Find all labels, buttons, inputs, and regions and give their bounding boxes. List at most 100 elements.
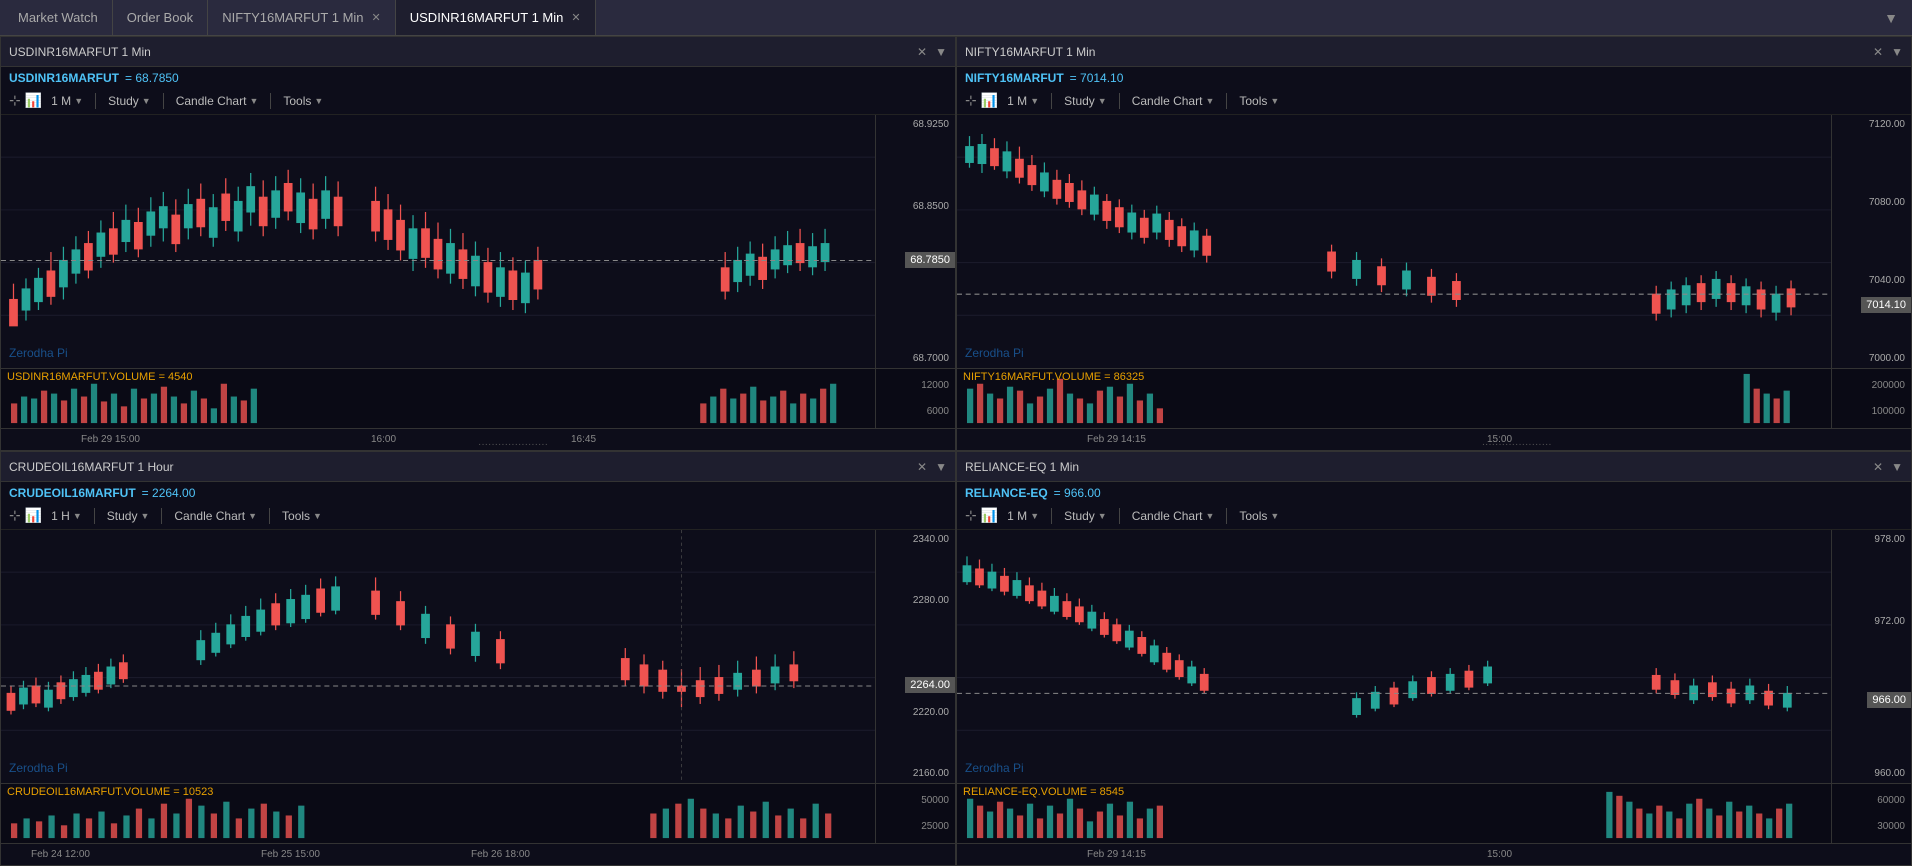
panel-header-crude: CRUDEOIL16MARFUT 1 Hour ✕ ▼ (1, 452, 955, 482)
panel-title-reliance: RELIANCE-EQ 1 Min (965, 460, 1867, 474)
chart-canvas-reliance[interactable]: Zerodha Pi (957, 530, 1831, 783)
symbol-price-nifty: = 7014.10 (1070, 71, 1124, 85)
timeframe-dropdown-arrow: ▼ (74, 96, 83, 106)
time-axis-nifty: Feb 29 14:15 15:00 ····················· (957, 428, 1911, 450)
crosshair-icon-crude: ⊹ (9, 507, 21, 524)
candle-dropdown-arrow: ▼ (249, 96, 258, 106)
tab-market-watch[interactable]: Market Watch (4, 0, 113, 35)
tools-btn-usdinr[interactable]: Tools ▼ (278, 92, 328, 110)
panel-header-nifty: NIFTY16MARFUT 1 Min ✕ ▼ (957, 37, 1911, 67)
study-dropdown-arrow: ▼ (142, 96, 151, 106)
symbol-name-reliance: RELIANCE-EQ (965, 486, 1048, 500)
tools-btn-nifty[interactable]: Tools ▼ (1234, 92, 1284, 110)
study-btn-crude[interactable]: Study ▼ (102, 507, 155, 525)
timeframe-btn-usdinr[interactable]: 1 M ▼ (46, 92, 88, 110)
panel-overflow-reliance[interactable]: ▼ (1891, 460, 1903, 474)
panel-nifty: NIFTY16MARFUT 1 Min ✕ ▼ NIFTY16MARFUT = … (956, 36, 1912, 451)
toolbar-sep3 (270, 93, 271, 109)
symbol-row-crude: CRUDEOIL16MARFUT = 2264.00 (1, 482, 955, 502)
chart-canvas-crude[interactable]: Zerodha Pi (1, 530, 875, 783)
panel-overflow-crude[interactable]: ▼ (935, 460, 947, 474)
panel-overflow-usdinr[interactable]: ▼ (935, 45, 947, 59)
toolbar-sep1 (95, 93, 96, 109)
volume-section-usdinr: USDINR16MARFUT.VOLUME = 4540 (1, 368, 955, 428)
panel-close-usdinr[interactable]: ✕ (917, 45, 927, 59)
tab-usdinr-close[interactable]: ✕ (571, 11, 580, 24)
volume-label-usdinr: USDINR16MARFUT.VOLUME = 4540 (7, 371, 193, 383)
tab-usdinr[interactable]: USDINR16MARFUT 1 Min ✕ (396, 0, 596, 35)
crosshair-icon-reliance: ⊹ (965, 507, 977, 524)
crosshair-icon-nifty: ⊹ (965, 92, 977, 109)
panel-header-reliance: RELIANCE-EQ 1 Min ✕ ▼ (957, 452, 1911, 482)
chart-canvas-usdinr[interactable]: Zerodha Pi (1, 115, 875, 368)
volume-section-crude: CRUDEOIL16MARFUT.VOLUME = 10523 (1, 783, 955, 843)
study-btn-nifty[interactable]: Study ▼ (1059, 92, 1112, 110)
tab-bar: Market Watch Order Book NIFTY16MARFUT 1 … (0, 0, 1912, 36)
volume-label-crude: CRUDEOIL16MARFUT.VOLUME = 10523 (7, 786, 213, 798)
volume-axis-nifty: 200000 100000 (1831, 369, 1911, 428)
tab-overflow-btn[interactable]: ▼ (1874, 10, 1908, 26)
panel-close-crude[interactable]: ✕ (917, 460, 927, 474)
tab-nifty[interactable]: NIFTY16MARFUT 1 Min ✕ (208, 0, 396, 35)
chart-main-nifty: Zerodha Pi 7120.00 7080.00 7040.00 7000.… (957, 115, 1911, 368)
chart-main-reliance: Zerodha Pi 978.00 972.00 960.00 966.00 (957, 530, 1911, 783)
candle-chart-btn-crude[interactable]: Candle Chart ▼ (169, 507, 262, 525)
volume-canvas-crude: CRUDEOIL16MARFUT.VOLUME = 10523 (1, 784, 875, 843)
candle-svg-usdinr (1, 115, 875, 368)
panel-usdinr: USDINR16MARFUT 1 Min ✕ ▼ USDINR16MARFUT … (0, 36, 956, 451)
study-btn-reliance[interactable]: Study ▼ (1059, 507, 1112, 525)
chart-type-icon-crude: 📊 (25, 507, 42, 524)
chart-type-icon-reliance: 📊 (981, 507, 998, 524)
chart-type-icon-nifty: 📊 (981, 92, 998, 109)
volume-axis-usdinr: 12000 6000 (875, 369, 955, 428)
panel-close-nifty[interactable]: ✕ (1873, 45, 1883, 59)
tab-nifty-close[interactable]: ✕ (372, 11, 381, 24)
current-price-nifty: 7014.10 (1861, 297, 1911, 313)
toolbar-sep2 (163, 93, 164, 109)
chart-canvas-nifty[interactable]: Zerodha Pi (957, 115, 1831, 368)
candle-chart-btn-nifty[interactable]: Candle Chart ▼ (1127, 92, 1220, 110)
volume-canvas-usdinr: USDINR16MARFUT.VOLUME = 4540 (1, 369, 875, 428)
panel-close-reliance[interactable]: ✕ (1873, 460, 1883, 474)
timeframe-btn-nifty[interactable]: 1 M ▼ (1002, 92, 1044, 110)
candle-chart-btn-usdinr[interactable]: Candle Chart ▼ (171, 92, 264, 110)
price-axis-reliance: 978.00 972.00 960.00 966.00 (1831, 530, 1911, 783)
symbol-name-usdinr: USDINR16MARFUT (9, 71, 119, 85)
chart-main-crude: Zerodha Pi 2340.00 2280.00 2220.00 2160.… (1, 530, 955, 783)
candle-svg-reliance (957, 530, 1831, 783)
price-axis-crude: 2340.00 2280.00 2220.00 2160.00 2264.00 (875, 530, 955, 783)
study-btn-usdinr[interactable]: Study ▼ (103, 92, 156, 110)
crosshair-icon: ⊹ (9, 92, 21, 109)
symbol-price-crude: = 2264.00 (142, 486, 196, 500)
current-price-usdinr: 68.7850 (905, 252, 955, 268)
candle-svg-nifty (957, 115, 1831, 368)
time-axis-usdinr: Feb 29 15:00 16:00 16:45 ···············… (1, 428, 955, 450)
symbol-price-reliance: = 966.00 (1054, 486, 1101, 500)
panel-title-crude: CRUDEOIL16MARFUT 1 Hour (9, 460, 911, 474)
volume-label-reliance: RELIANCE-EQ.VOLUME = 8545 (963, 786, 1124, 798)
symbol-row-usdinr: USDINR16MARFUT = 68.7850 (1, 67, 955, 87)
chart-main-usdinr: Zerodha Pi 68.9250 68.8500 68.7000 68.78… (1, 115, 955, 368)
toolbar-usdinr: ⊹ 📊 1 M ▼ Study ▼ Candle Chart ▼ Tools ▼ (1, 87, 955, 115)
panel-crude: CRUDEOIL16MARFUT 1 Hour ✕ ▼ CRUDEOIL16MA… (0, 451, 956, 866)
tools-btn-reliance[interactable]: Tools ▼ (1234, 507, 1284, 525)
toolbar-nifty: ⊹ 📊 1 M ▼ Study ▼ Candle Chart ▼ Tools ▼ (957, 87, 1911, 115)
volume-section-nifty: NIFTY16MARFUT.VOLUME = 86325 (957, 368, 1911, 428)
symbol-price-usdinr: = 68.7850 (125, 71, 179, 85)
timeframe-btn-crude[interactable]: 1 H ▼ (46, 507, 87, 525)
symbol-name-nifty: NIFTY16MARFUT (965, 71, 1064, 85)
volume-axis-reliance: 60000 30000 (1831, 784, 1911, 843)
symbol-row-nifty: NIFTY16MARFUT = 7014.10 (957, 67, 1911, 87)
volume-canvas-nifty: NIFTY16MARFUT.VOLUME = 86325 (957, 369, 1831, 428)
panel-overflow-nifty[interactable]: ▼ (1891, 45, 1903, 59)
time-axis-reliance: Feb 29 14:15 15:00 (957, 843, 1911, 865)
tools-btn-crude[interactable]: Tools ▼ (277, 507, 327, 525)
toolbar-crude: ⊹ 📊 1 H ▼ Study ▼ Candle Chart ▼ Tools ▼ (1, 502, 955, 530)
volume-canvas-reliance: RELIANCE-EQ.VOLUME = 8545 (957, 784, 1831, 843)
symbol-name-crude: CRUDEOIL16MARFUT (9, 486, 136, 500)
toolbar-reliance: ⊹ 📊 1 M ▼ Study ▼ Candle Chart ▼ Tools ▼ (957, 502, 1911, 530)
candle-chart-btn-reliance[interactable]: Candle Chart ▼ (1127, 507, 1220, 525)
price-axis-nifty: 7120.00 7080.00 7040.00 7000.00 7014.10 (1831, 115, 1911, 368)
timeframe-btn-reliance[interactable]: 1 M ▼ (1002, 507, 1044, 525)
tab-order-book[interactable]: Order Book (113, 0, 208, 35)
